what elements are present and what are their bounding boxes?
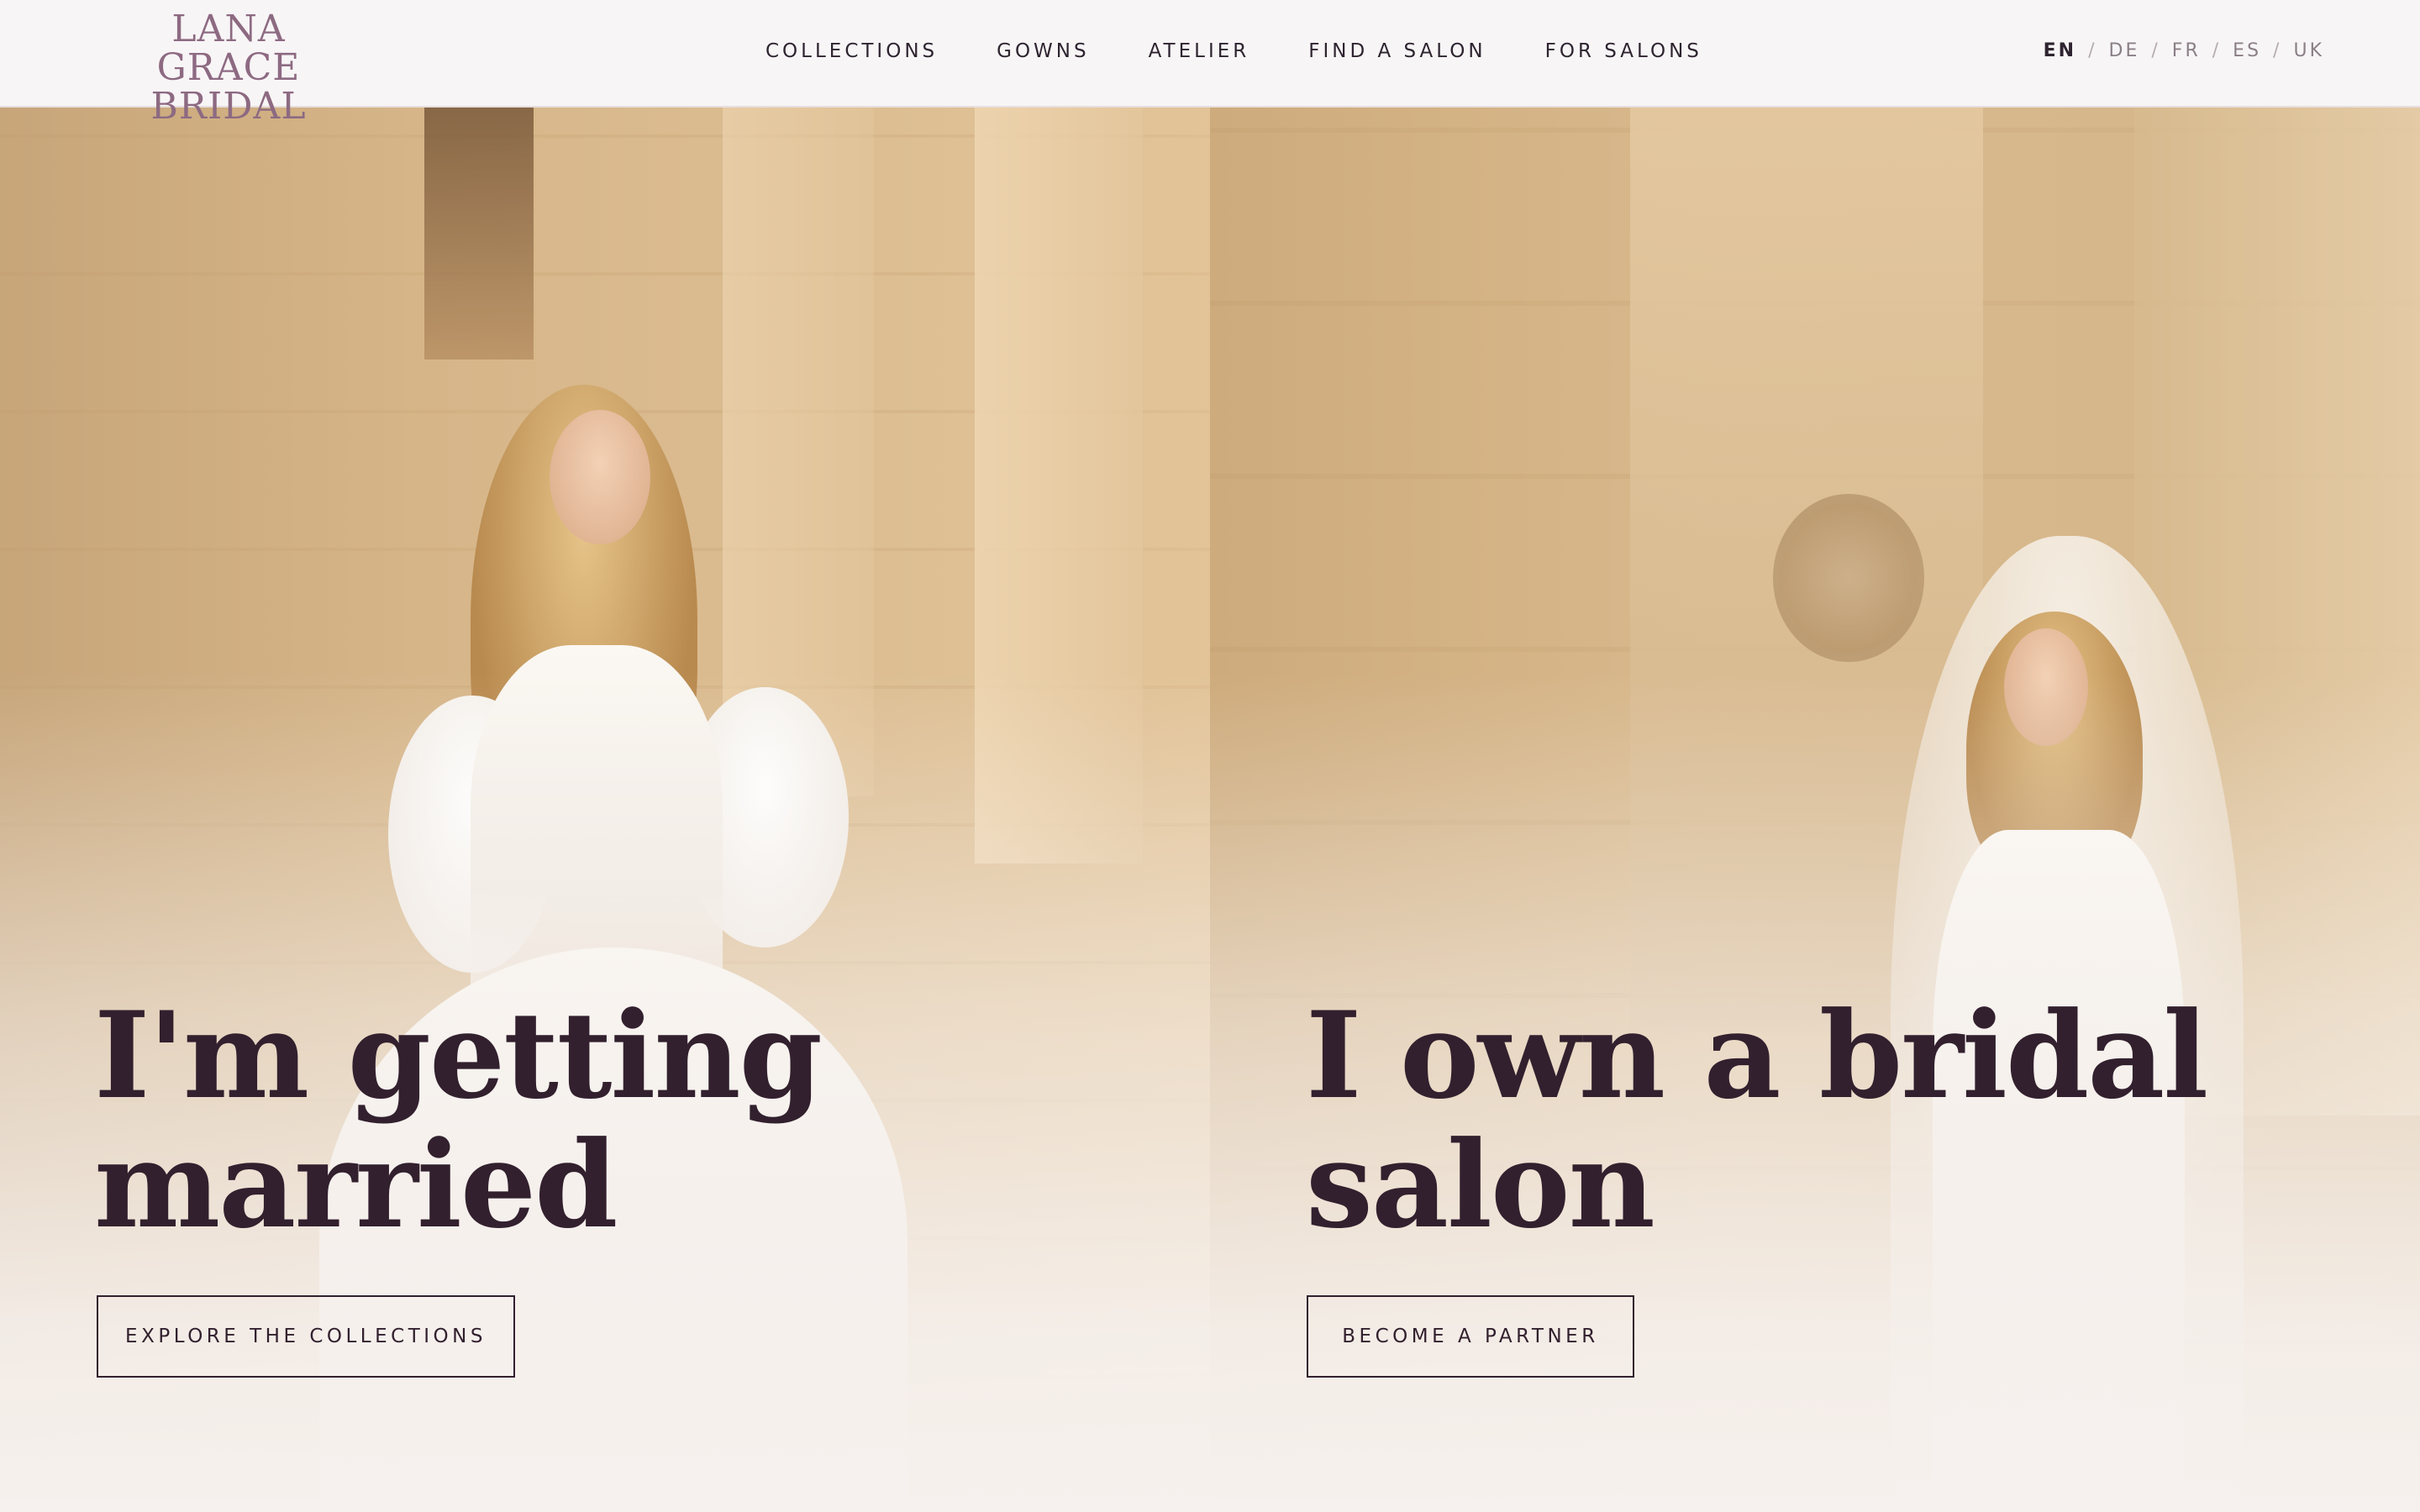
hero-heading-salons: I own a bridal salon	[1306, 986, 2208, 1255]
nav-item-collections[interactable]: COLLECTIONS	[765, 40, 938, 69]
nav-item-atelier[interactable]: ATELIER	[1149, 40, 1250, 69]
lion-medallion	[1773, 494, 1924, 662]
lang-de[interactable]: DE	[2109, 40, 2140, 61]
heading-line: married	[94, 1116, 618, 1255]
lang-fr[interactable]: FR	[2172, 40, 2201, 61]
explore-collections-button[interactable]: EXPLORE THE COLLECTIONS	[97, 1295, 515, 1378]
heading-line: salon	[1306, 1116, 1655, 1255]
hero-panel-brides: I'm getting married EXPLORE THE COLLECTI…	[0, 108, 1210, 1512]
become-partner-button[interactable]: BECOME A PARTNER	[1307, 1295, 1634, 1378]
hero-heading-brides: I'm getting married	[94, 986, 823, 1255]
lang-separator: /	[2273, 40, 2282, 61]
hero-panel-salons: I own a bridal salon BECOME A PARTNER	[1210, 108, 2420, 1512]
nav-item-find-a-salon[interactable]: FIND A SALON	[1308, 40, 1486, 69]
lang-uk[interactable]: UK	[2293, 40, 2324, 61]
brand-logo[interactable]: LANA GRACE BRIDAL	[94, 8, 363, 126]
nav-item-for-salons[interactable]: FOR SALONS	[1545, 40, 1702, 69]
logo-line-2: BRIDAL	[150, 85, 307, 129]
lang-en[interactable]: EN	[2044, 40, 2076, 61]
main-nav: COLLECTIONS GOWNS ATELIER FIND A SALON F…	[765, 40, 1761, 69]
lang-separator: /	[2088, 40, 2097, 61]
heading-line: I own a bridal	[1306, 986, 2208, 1126]
nav-item-gowns[interactable]: GOWNS	[997, 40, 1089, 69]
heading-line: I'm getting	[94, 986, 823, 1126]
site-header: LANA GRACE BRIDAL COLLECTIONS GOWNS ATEL…	[0, 0, 2420, 126]
lang-es[interactable]: ES	[2233, 40, 2261, 61]
lang-separator: /	[2151, 40, 2160, 61]
archway-shadow	[424, 108, 534, 360]
logo-line-1: LANA GRACE	[156, 8, 301, 90]
language-switcher: EN / DE / FR / ES / UK	[2044, 40, 2324, 61]
lang-separator: /	[2212, 40, 2222, 61]
